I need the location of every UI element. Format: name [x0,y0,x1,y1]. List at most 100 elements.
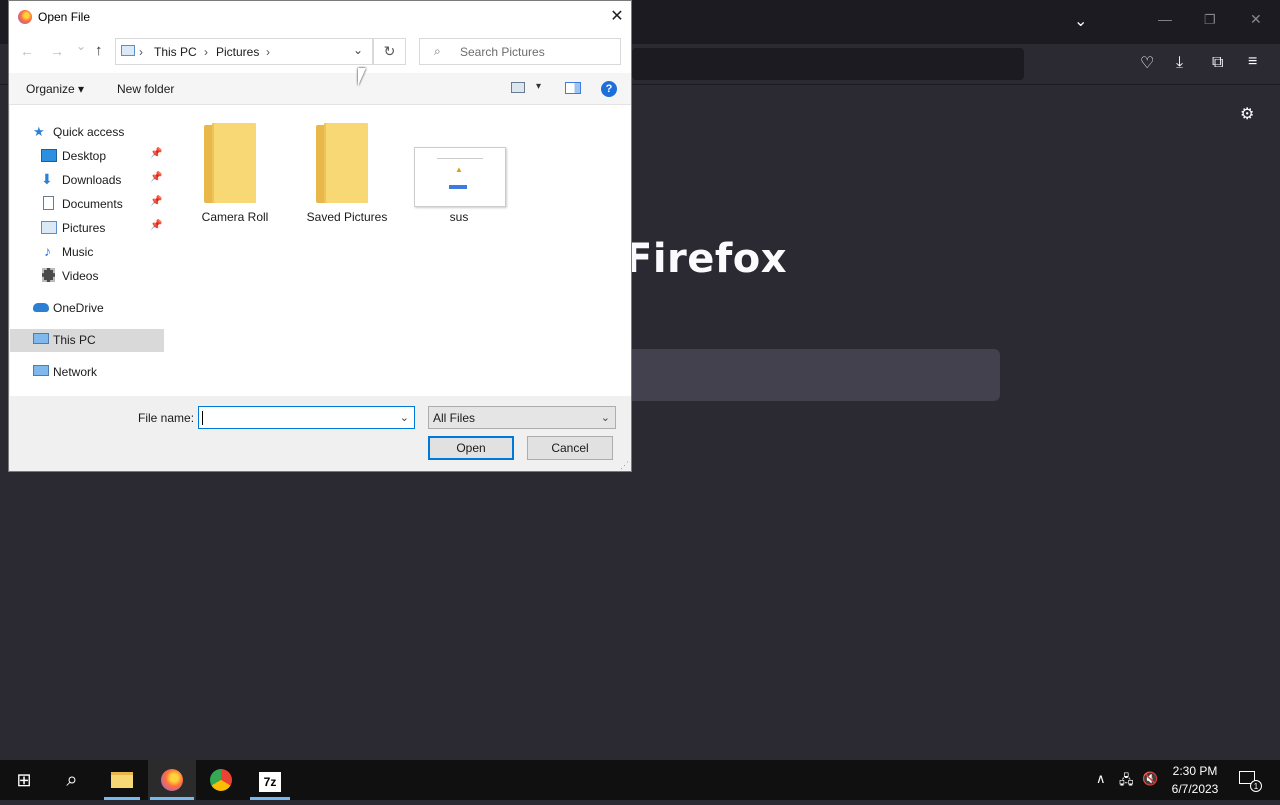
mouse-cursor [358,68,366,86]
file-type-select[interactable]: All Files ⌄ [428,406,616,429]
file-item-sus[interactable]: sus [404,210,514,224]
folder-front-shape [326,123,368,203]
text-caret [202,411,203,425]
resize-grip-icon[interactable]: ⋰ [620,460,629,471]
file-name-input[interactable]: ⌄ [198,406,415,429]
download-arrow-icon: ⬇ [41,171,53,187]
preview-pane-icon[interactable] [565,82,581,94]
pictures-location-icon [121,45,135,56]
nav-item-label: Desktop [62,149,107,163]
restore-icon[interactable]: ❐ [1204,13,1216,26]
pin-icon[interactable]: 📌 [150,220,162,231]
nav-item-onedrive[interactable]: OneDrive [33,297,180,319]
nav-item-label: Downloads [62,173,122,187]
folder-front-shape [214,123,256,203]
windows-start-icon[interactable]: ⊞ [0,760,48,800]
nav-item-quick-access[interactable]: ★ Quick access [33,121,180,143]
search-icon[interactable]: ⌕ [48,760,96,800]
extensions-icon[interactable]: ⧉ [1212,55,1223,71]
chrome-icon[interactable] [197,760,245,800]
chevron-up-icon[interactable]: ∧ [1096,771,1106,787]
pin-icon[interactable]: 📌 [150,148,162,159]
chevron-down-icon[interactable]: ⌄ [601,411,610,424]
close-window-icon[interactable]: ✕ [1250,12,1262,26]
dialog-titlebar: Open File ✕ [9,1,631,33]
firefox-wordmark: Firefox [625,236,788,282]
organize-button[interactable]: Organize ▾ [26,82,84,96]
new-tab-search-box[interactable] [632,349,1000,401]
file-item-saved-pictures[interactable]: Saved Pictures [292,210,402,224]
nav-item-label: Pictures [62,221,106,235]
file-name-label: File name: [138,411,195,425]
list-all-tabs-chevron-icon[interactable]: ⌄ [1074,14,1087,30]
search-placeholder: Search Pictures [460,45,545,59]
open-file-dialog: Open File ✕ ← → ⌄ ↑ ⌄ › This PC › Pictur… [8,0,632,472]
nav-item-label: This PC [53,333,96,347]
open-button[interactable]: Open [428,436,514,460]
volume-muted-icon[interactable]: 🔇 [1142,771,1158,787]
breadcrumb-sep: › [204,45,208,59]
folder-icon[interactable] [316,123,368,203]
download-icon[interactable]: ⤓ [1176,55,1183,71]
breadcrumb-sep: › [266,45,270,59]
nav-item-network[interactable]: Network [33,361,180,383]
search-input[interactable]: ⌕ Search Pictures [419,38,621,65]
nav-item-label: Music [62,245,94,259]
pocket-icon[interactable]: ♡ [1140,56,1154,72]
nav-item-label: Videos [62,269,99,283]
pin-icon[interactable]: 📌 [150,196,162,207]
network-icon [33,365,49,376]
7zip-icon[interactable]: 7z [246,760,294,800]
chevron-down-icon[interactable]: ⌄ [400,411,409,424]
nav-item-label: Quick access [53,125,125,139]
nav-item-this-pc[interactable]: This PC [33,329,180,351]
refresh-icon[interactable]: ↻ [373,38,406,65]
breadcrumb-sep: › [139,45,143,59]
close-icon[interactable]: ✕ [607,8,627,26]
breadcrumb-chevron-icon[interactable]: ⌄ [353,43,363,57]
help-icon[interactable]: ? [601,81,617,97]
back-arrow-icon[interactable]: ← [20,43,34,59]
desktop-icon [41,149,57,162]
star-icon: ★ [33,124,45,139]
hamburger-menu-icon[interactable]: ≡ [1248,54,1257,70]
film-icon [42,268,55,282]
url-bar[interactable] [632,48,1024,80]
file-explorer-icon[interactable] [98,760,146,800]
nav-item-label: Documents [62,197,123,211]
gear-icon[interactable]: ⚙ [1240,107,1254,123]
pin-icon[interactable]: 📌 [150,172,162,183]
up-arrow-icon[interactable]: ↑ [95,42,103,59]
forward-arrow-icon[interactable]: → [50,43,64,59]
file-type-value: All Files [433,411,476,425]
cancel-button[interactable]: Cancel [527,436,613,460]
search-icon: ⌕ [434,44,441,58]
thumb-button-shape [449,185,467,189]
firefox-logo-icon [18,10,32,24]
view-options-chevron-icon[interactable]: ▾ [536,81,541,92]
clock-time[interactable]: 2:30 PM [1163,764,1227,778]
firefox-taskbar-icon[interactable] [148,760,196,800]
computer-icon [33,333,49,344]
notification-count: 1 [1250,780,1262,792]
dialog-title: Open File [38,10,91,24]
recent-locations-icon[interactable]: ⌄ [76,39,86,53]
clock-date[interactable]: 6/7/2023 [1163,782,1227,796]
nav-item-label: OneDrive [53,301,104,315]
cloud-icon [33,303,49,312]
new-folder-button[interactable]: New folder [117,82,174,96]
image-thumbnail[interactable]: ▲ [414,147,506,207]
thumb-warning-icon: ▲ [455,165,463,174]
document-icon [43,196,54,210]
breadcrumb-pictures[interactable]: Pictures [216,45,259,59]
pictures-icon [41,221,57,234]
thumb-text-line [437,158,483,159]
music-note-icon: ♪ [44,243,51,259]
change-view-icon[interactable] [511,82,525,93]
network-tray-icon[interactable]: 🖧 [1119,771,1134,793]
minimize-icon[interactable]: — [1158,12,1172,26]
breadcrumb-this-pc[interactable]: This PC [154,45,197,59]
folder-icon[interactable] [204,123,256,203]
file-item-camera-roll[interactable]: Camera Roll [180,210,290,224]
nav-item-label: Network [53,365,98,379]
